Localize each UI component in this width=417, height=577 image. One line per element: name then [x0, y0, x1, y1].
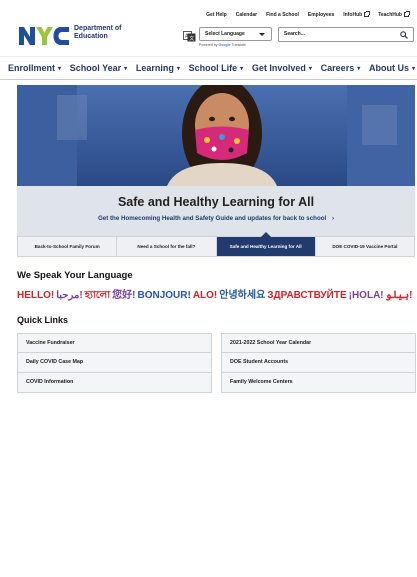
language-select-label: Select Language [205, 31, 245, 37]
hero-title: Safe and Healthy Learning for All [117, 195, 315, 209]
nav-enrollment[interactable]: Enrollment ▾ [8, 63, 61, 73]
tab-need-a-school[interactable]: Need a School for the fall? [117, 237, 217, 256]
chevron-down-icon: ▾ [308, 66, 312, 72]
page: Department of Education Get Help Calenda… [0, 0, 417, 577]
language-greetings[interactable]: HELLO! مرحبا! হ্যালো 您好! BONJOUR! ALO! 안녕하세요 ЗД… [17, 286, 417, 302]
greeting-4: BONJOUR! [137, 290, 191, 301]
external-link-icon [364, 11, 371, 17]
chevron-down-icon [259, 33, 265, 36]
search-placeholder: Search... [284, 31, 305, 37]
find-a-school-link[interactable]: Find a School [266, 12, 299, 18]
carousel-tabs: Back-to-School Family Forum Need a Schoo… [17, 232, 415, 257]
powered-by-label: Powered by [199, 43, 218, 47]
nav-get-involved[interactable]: Get Involved ▾ [252, 63, 312, 73]
search-input[interactable]: Search... [278, 27, 414, 42]
greeting-5: ALO! [192, 290, 218, 301]
arrow-right-icon: › [331, 215, 335, 222]
main-nav: Enrollment ▾ School Year ▾ Learning ▾ Schoo… [0, 56, 417, 80]
translate-label: Translate [231, 43, 246, 47]
hero-caption: Safe and Healthy Learning for All Get th… [17, 186, 415, 236]
nav-careers-label: Careers [320, 63, 355, 73]
tab-vaccine-portal[interactable]: DOE COVID-19 Vaccine Portal [316, 237, 414, 256]
powered-by-google: Powered by Google Translate [199, 43, 246, 47]
chevron-down-icon: ▾ [176, 66, 180, 72]
nav-about-us[interactable]: About Us ▾ [369, 63, 415, 73]
language-select[interactable]: Select Language [199, 27, 272, 41]
nav-school-life-label: School Life [188, 63, 238, 73]
greeting-6: 안녕하세요 [219, 290, 266, 301]
utility-links: Get Help Calendar Find a School Employee… [206, 11, 410, 18]
get-help-link[interactable]: Get Help [206, 12, 227, 18]
nav-school-year-label: School Year [69, 63, 122, 73]
quick-links-left: Vaccine Fundraiser Daily COVID Case Map … [17, 333, 212, 393]
nyc-logo[interactable] [18, 24, 70, 46]
quick-link-covid-information[interactable]: COVID Information [17, 373, 212, 393]
external-link-icon [404, 11, 410, 17]
tab-back-to-school-forum[interactable]: Back-to-School Family Forum [18, 237, 118, 256]
hero-subtitle-link[interactable]: Get the Homecoming Health and Safety Gui… [17, 215, 415, 222]
quick-link-vaccine-fundraiser[interactable]: Vaccine Fundraiser [17, 333, 212, 353]
quick-link-school-year-calendar[interactable]: 2021-2022 School Year Calendar [221, 333, 416, 353]
hero-subtitle: Get the Homecoming Health and Safety Gui… [97, 215, 327, 222]
greeting-0: HELLO! [17, 290, 55, 301]
nav-learning[interactable]: Learning ▾ [136, 63, 180, 73]
nav-about-us-label: About Us [368, 63, 409, 73]
teachhub-link[interactable]: TeachHub [378, 11, 410, 18]
chevron-down-icon: ▾ [240, 66, 244, 72]
site-header: Department of Education Get Help Calenda… [0, 0, 417, 56]
chevron-down-icon: ▾ [411, 66, 415, 72]
nav-learning-label: Learning [135, 63, 174, 73]
greeting-2: হ্যালো [84, 290, 111, 301]
greeting-9: ہیلو! [385, 290, 413, 301]
chevron-down-icon: ▾ [357, 66, 361, 72]
nav-get-involved-label: Get Involved [251, 63, 306, 73]
chevron-down-icon: ▾ [124, 66, 128, 72]
infohub-label: InfoHub [343, 12, 363, 18]
logo-line-1: Department of [74, 25, 122, 32]
infohub-link[interactable]: InfoHub [343, 11, 371, 18]
quick-link-student-accounts[interactable]: DOE Student Accounts [221, 353, 416, 373]
svg-text:文: 文 [189, 35, 194, 42]
chevron-down-icon: ▾ [58, 66, 62, 72]
calendar-link[interactable]: Calendar [236, 12, 257, 18]
quick-links-right: 2021-2022 School Year Calendar DOE Stude… [221, 333, 416, 393]
employees-link[interactable]: Employees [308, 12, 334, 18]
teachhub-label: TeachHub [378, 12, 402, 18]
search-icon[interactable] [400, 31, 408, 39]
nav-school-life[interactable]: School Life ▾ [189, 63, 244, 73]
translate-icon: A 文 [183, 29, 196, 42]
greeting-3: 您好! [112, 290, 136, 301]
language-heading: We Speak Your Language [17, 270, 133, 281]
logo-text: Department of Education [74, 25, 121, 41]
quick-link-family-welcome-centers[interactable]: Family Welcome Centers [221, 373, 416, 393]
greeting-1: مرحبا! [56, 290, 83, 301]
logo-line-2: Education [74, 33, 108, 40]
quick-links-heading: Quick Links [17, 315, 69, 325]
nav-school-year[interactable]: School Year ▾ [70, 63, 127, 73]
quick-link-covid-case-map[interactable]: Daily COVID Case Map [17, 353, 212, 373]
greeting-7: ЗДРАВСТВУЙТЕ [267, 290, 347, 301]
hero-image[interactable] [17, 85, 415, 186]
google-brand: Google [218, 43, 231, 47]
nav-enrollment-label: Enrollment [8, 63, 56, 73]
greeting-8: ¡HOLA! [348, 290, 384, 301]
tab-safe-and-healthy[interactable]: Safe and Healthy Learning for All [216, 232, 316, 256]
nav-careers[interactable]: Careers ▾ [321, 63, 361, 73]
